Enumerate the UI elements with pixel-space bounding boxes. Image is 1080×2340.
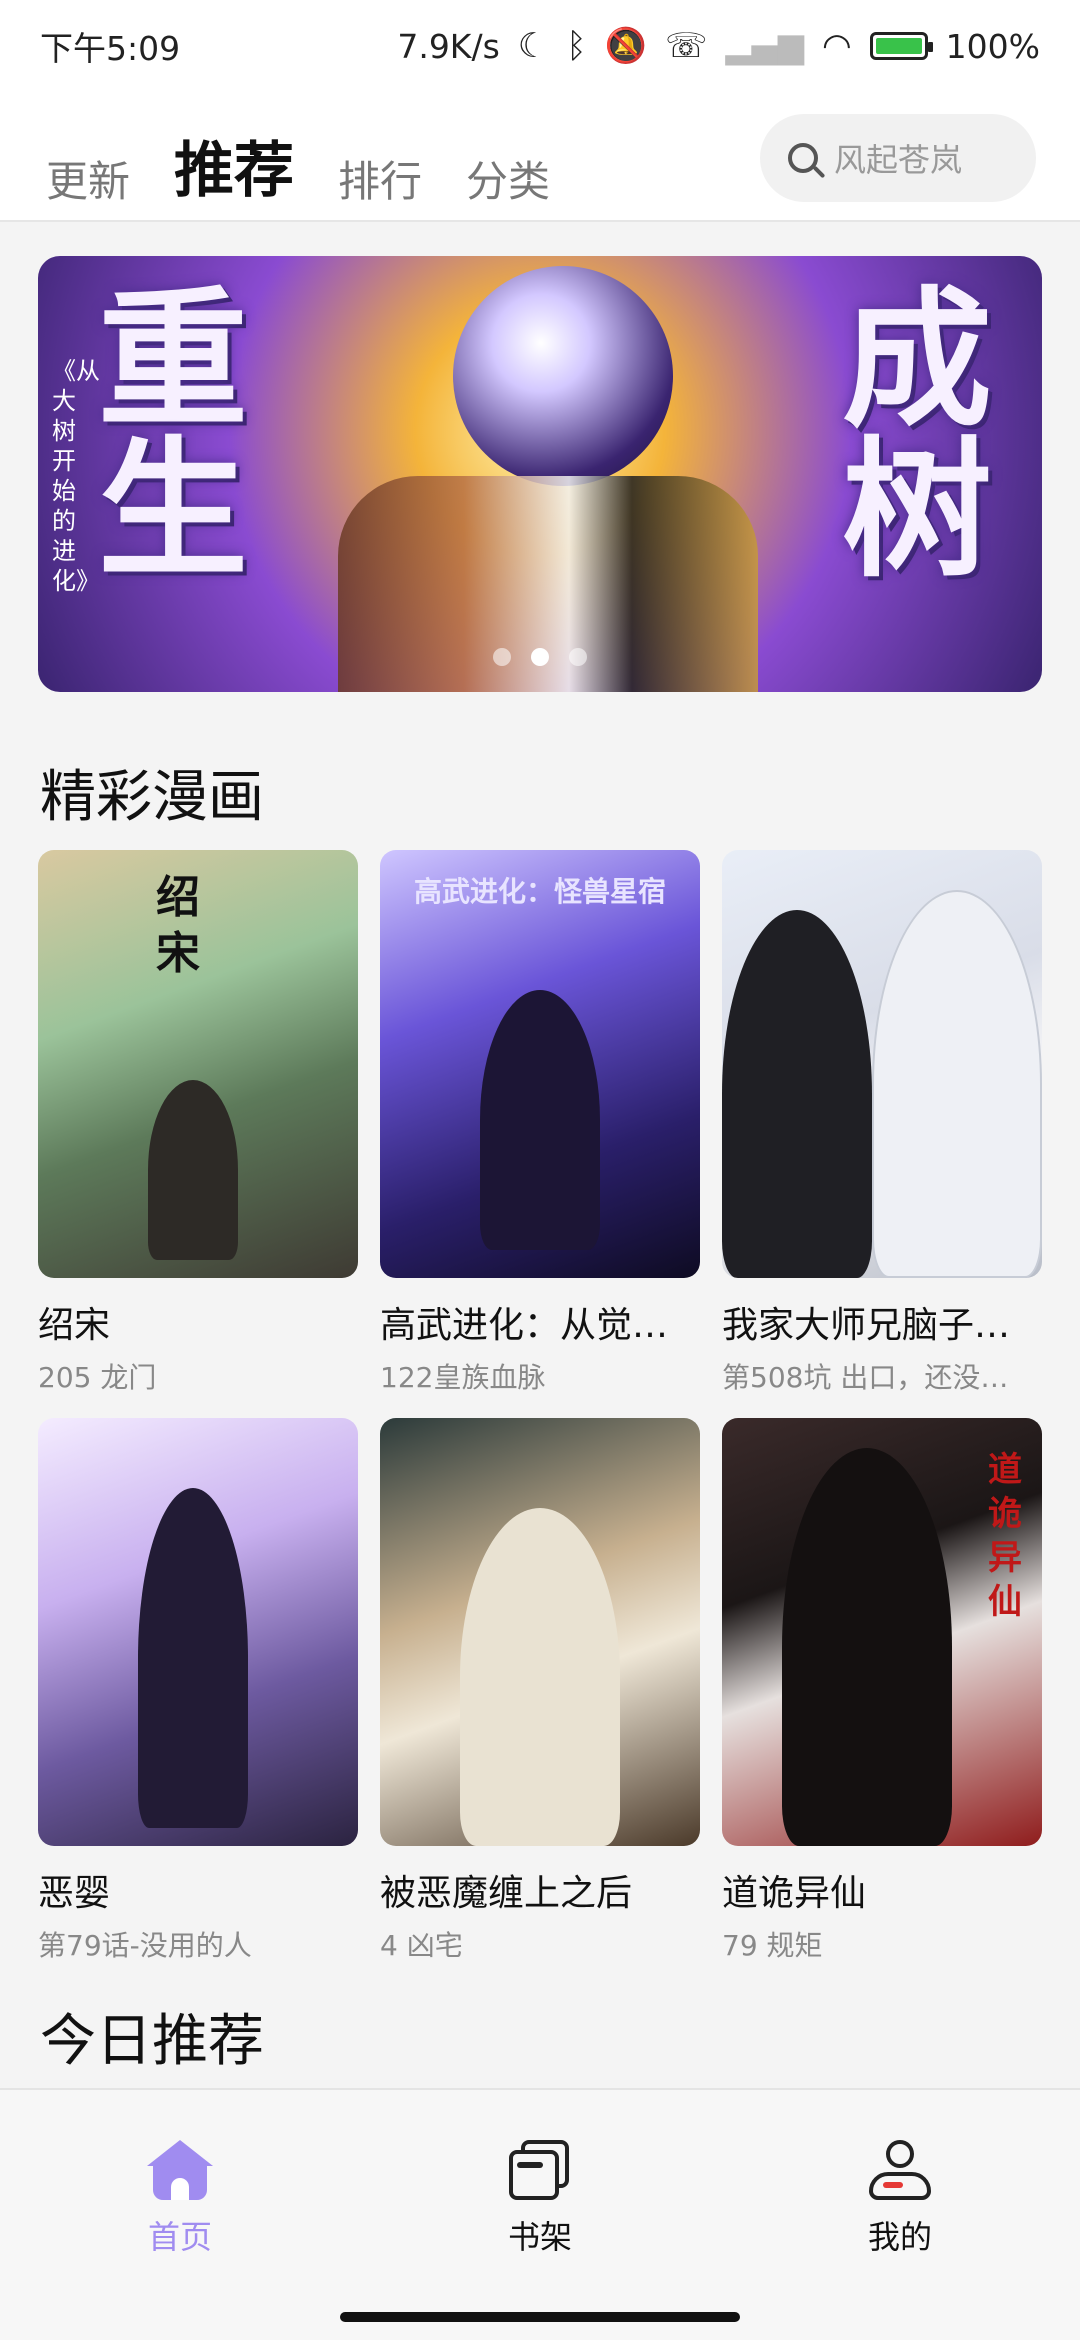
- comic-card[interactable]: 我家大师兄脑子… 第508坑 出口，还没…: [722, 850, 1042, 1418]
- network-speed: 7.9K/s: [397, 26, 500, 66]
- bottom-nav: 首页 书架 我的: [0, 2140, 1080, 2258]
- call-icon: ☏: [665, 26, 708, 66]
- banner-vertical-text: 《从大树开始的进化》: [52, 357, 100, 595]
- cover-figure: [872, 890, 1042, 1278]
- carousel-dots: [38, 648, 1042, 666]
- moon-icon: ☾: [517, 26, 549, 66]
- search-placeholder: 风起苍岚: [834, 141, 963, 179]
- battery-percent: 100%: [945, 26, 1040, 66]
- comic-grid: 绍宋 绍宋 205 龙门 高武进化：怪兽星宿 高武进化：从觉… 122皇族血脉 …: [38, 850, 1042, 1986]
- tab-ranking[interactable]: 排行: [338, 148, 422, 209]
- comic-chapter: 4 凶宅: [380, 1929, 463, 1962]
- user-icon: [869, 2140, 931, 2200]
- nav-bookshelf-label: 书架: [507, 2218, 572, 2256]
- tab-bar: 更新 推荐 排行 分类: [46, 122, 550, 209]
- wifi-icon: ◠: [821, 26, 852, 66]
- carousel-dot-active[interactable]: [531, 648, 549, 666]
- comic-cover: [38, 1418, 358, 1846]
- bluetooth-icon: ᛒ: [566, 26, 587, 66]
- comic-card[interactable]: 道诡异仙 道诡异仙 79 规矩: [722, 1418, 1042, 1986]
- comic-title: 被恶魔缠上之后: [380, 1873, 633, 1914]
- tab-category[interactable]: 分类: [466, 148, 550, 209]
- tab-recommend[interactable]: 推荐: [174, 122, 294, 209]
- nav-mine[interactable]: 我的: [790, 2140, 1010, 2258]
- top-header: 更新 推荐 排行 分类 风起苍岚: [0, 92, 1080, 222]
- nav-mine-label: 我的: [867, 2218, 932, 2256]
- bookshelf-icon: [509, 2140, 571, 2200]
- search-box[interactable]: 风起苍岚: [760, 114, 1036, 202]
- comic-card[interactable]: 恶婴 第79话-没用的人: [38, 1418, 358, 1986]
- cover-title-art: 高武进化：怪兽星宿: [413, 875, 666, 908]
- home-icon: [147, 2140, 213, 2200]
- comic-cover: [380, 1418, 700, 1846]
- battery-icon: [869, 32, 933, 60]
- comic-chapter: 第508坑 出口，还没…: [722, 1361, 1009, 1394]
- comic-title: 恶婴: [38, 1873, 111, 1914]
- cover-figure: [138, 1488, 248, 1828]
- cover-title-art: 绍宋: [156, 872, 200, 979]
- mute-icon: 🔕: [604, 26, 647, 66]
- comic-cover: 绍宋: [38, 850, 358, 1278]
- status-icons: 7.9K/s ☾ ᛒ 🔕 ☏ ▂▄▆ ◠ 100%: [397, 27, 1040, 66]
- comic-cover: 高武进化：怪兽星宿: [380, 850, 700, 1278]
- section-title-featured: 精彩漫画: [40, 765, 264, 830]
- banner-orb-art: [453, 266, 673, 486]
- comic-title: 高武进化：从觉…: [380, 1305, 669, 1346]
- banner-right-title: 成树: [842, 274, 993, 598]
- search-icon: [788, 143, 818, 173]
- comic-chapter: 122皇族血脉: [380, 1361, 546, 1394]
- comic-chapter: 79 规矩: [722, 1929, 823, 1962]
- cover-figure: [782, 1448, 952, 1846]
- comic-title: 我家大师兄脑子…: [722, 1305, 1011, 1346]
- carousel-dot[interactable]: [493, 648, 511, 666]
- nav-bookshelf[interactable]: 书架: [430, 2140, 650, 2258]
- comic-title: 绍宋: [38, 1305, 111, 1346]
- nav-home[interactable]: 首页: [70, 2140, 290, 2258]
- home-indicator[interactable]: [340, 2312, 740, 2322]
- comic-cover: [722, 850, 1042, 1278]
- comic-chapter: 第79话-没用的人: [38, 1929, 252, 1962]
- cover-figure: [148, 1080, 238, 1260]
- cover-figure: [480, 990, 600, 1250]
- cover-title-art: 道诡异仙: [988, 1450, 1022, 1622]
- comic-card[interactable]: 高武进化：怪兽星宿 高武进化：从觉… 122皇族血脉: [380, 850, 700, 1418]
- comic-cover: 道诡异仙: [722, 1418, 1042, 1846]
- comic-title: 道诡异仙: [722, 1873, 867, 1914]
- cover-figure: [460, 1508, 620, 1846]
- comic-chapter: 205 龙门: [38, 1361, 157, 1394]
- comic-card[interactable]: 绍宋 绍宋 205 龙门: [38, 850, 358, 1418]
- status-time: 下午5:09: [40, 29, 181, 68]
- carousel-dot[interactable]: [569, 648, 587, 666]
- section-title-today: 今日推荐: [40, 2009, 264, 2074]
- nav-home-label: 首页: [147, 2218, 212, 2256]
- banner-left-title: 重生: [98, 274, 249, 598]
- banner-carousel[interactable]: 《从大树开始的进化》 重生 成树: [38, 256, 1042, 692]
- cover-figure: [722, 910, 872, 1278]
- status-bar: 下午5:09 7.9K/s ☾ ᛒ 🔕 ☏ ▂▄▆ ◠ 100%: [0, 0, 1080, 92]
- signal-icon: ▂▄▆: [725, 26, 804, 66]
- comic-card[interactable]: 被恶魔缠上之后 4 凶宅: [380, 1418, 700, 1986]
- tab-update[interactable]: 更新: [46, 148, 130, 209]
